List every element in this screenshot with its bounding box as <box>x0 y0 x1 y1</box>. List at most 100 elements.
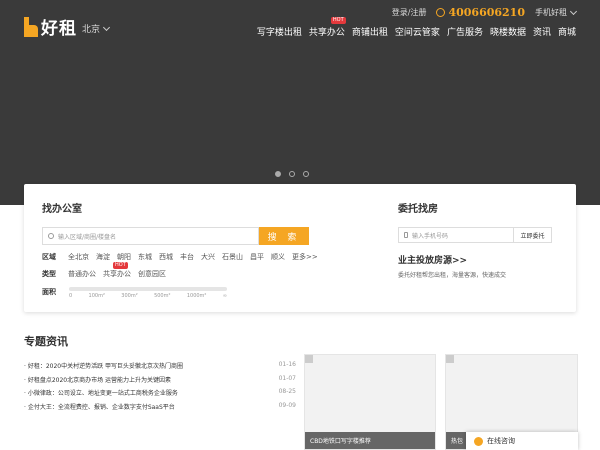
district-option[interactable]: 石景山 <box>222 252 243 262</box>
news-date: 08-25 <box>278 388 296 395</box>
news-text: · 好租：2020中关村逆势活跃 甲写巨头妥徽北京次热门商圈 <box>24 363 183 370</box>
nav-item-news[interactable]: 资讯 <box>533 25 551 38</box>
nav-label: 空间云管家 <box>394 28 440 38</box>
phone-input[interactable]: 输入手机号码 <box>398 227 514 243</box>
news-text: · 好租盘点2020北京商办市场 运营能力上升为关键因素 <box>24 376 171 384</box>
main-nav: 写字楼出租 共享办公 HOT 商铺出租 空间云管家 广告服务 晓楼数据 资讯 商城 <box>257 17 576 38</box>
carousel-dot[interactable] <box>303 171 309 177</box>
news-card[interactable]: CBD地铁口写字楼推荐 <box>304 354 436 450</box>
type-option[interactable]: 普通办公 <box>68 269 96 279</box>
district-option[interactable]: 海淀 <box>96 252 110 262</box>
nav-item-space-cloud[interactable]: 空间云管家 <box>395 25 440 38</box>
search-card: 找办公室 输入区域/商圈/楼盘名 搜 索 区域 全北京 海淀 朝阳 东城 西城 … <box>24 184 576 312</box>
image-placeholder-icon <box>305 355 313 363</box>
district-filter: 区域 全北京 海淀 朝阳 东城 西城 丰台 大兴 石景山 昌平 顺义 更多>> <box>42 252 342 262</box>
top-bar: 登录/注册 4006606210 手机好租 <box>392 6 578 19</box>
type-label: 类型 <box>42 270 56 278</box>
nav-label: 商铺出租 <box>351 28 388 38</box>
logo-text: 好租 <box>41 19 77 39</box>
logo[interactable]: 好租 <box>24 14 77 39</box>
district-option[interactable]: 西城 <box>159 252 173 262</box>
district-option[interactable]: 全北京 <box>68 252 89 262</box>
nav-label: 写字楼出租 <box>256 28 302 38</box>
chat-icon <box>474 436 483 446</box>
entrust-button[interactable]: 立即委托 <box>514 227 552 243</box>
area-tick: 0 <box>69 293 73 299</box>
nav-label: 资讯 <box>532 28 551 38</box>
owner-description: 委托好租帮您出租，海量客源，快速成交 <box>398 272 507 279</box>
chevron-down-icon <box>569 7 578 15</box>
nav-label: 广告服务 <box>446 28 483 38</box>
district-option[interactable]: 顺义 <box>271 252 285 262</box>
mobile-app-label: 手机好租 <box>535 8 567 17</box>
news-item[interactable]: · 企付大王：全流程费控、报销、企业数字支付SaaS平台 09-09 <box>24 402 296 416</box>
nav-label: 共享办公 <box>308 28 345 38</box>
news-item[interactable]: · 好租：2020中关村逆势活跃 甲写巨头妥徽北京次热门商圈 01-16 <box>24 361 296 375</box>
search-icon <box>48 233 54 239</box>
area-tick: 100m² <box>88 293 105 299</box>
phone-icon <box>436 8 446 17</box>
city-label: 北京 <box>82 25 101 35</box>
owner-listing-link[interactable]: 业主投放房源>> <box>398 253 558 266</box>
news-date: 01-16 <box>278 361 296 368</box>
district-option[interactable]: 东城 <box>138 252 152 262</box>
nav-item-office-rent[interactable]: 写字楼出租 <box>257 25 302 38</box>
area-tick: 1000m² <box>186 293 207 299</box>
area-tick: ∞ <box>222 293 227 299</box>
area-label: 面积 <box>42 288 56 296</box>
district-option[interactable]: 昌平 <box>250 252 264 262</box>
carousel-dot[interactable] <box>289 171 295 177</box>
city-selector[interactable]: 北京 <box>82 22 111 35</box>
area-tick: 300m² <box>121 293 138 299</box>
nav-item-ad-service[interactable]: 广告服务 <box>447 25 483 38</box>
district-more-link[interactable]: 更多>> <box>292 252 318 262</box>
image-placeholder-icon <box>446 355 454 363</box>
hot-badge: HOT <box>113 262 128 269</box>
nav-item-data[interactable]: 晓楼数据 <box>490 25 526 38</box>
area-filter: 面积 0 100m² 300m² 500m² 1000m² ∞ <box>42 287 342 299</box>
news-list: · 好租：2020中关村逆势活跃 甲写巨头妥徽北京次热门商圈 01-16 · 好租… <box>24 361 296 415</box>
nav-item-shop-rent[interactable]: 商铺出租 <box>352 25 388 38</box>
nav-item-shared-office[interactable]: 共享办公 HOT <box>308 17 346 38</box>
news-date: 09-09 <box>278 401 296 409</box>
online-consult-button[interactable]: 在线咨询 <box>466 432 578 450</box>
entrust-title: 委托找房 <box>398 204 438 215</box>
hotline-number: 4006606210 <box>448 6 525 19</box>
mobile-phone-icon <box>404 232 408 238</box>
news-card-caption: CBD地铁口写字楼推荐 <box>305 432 435 449</box>
type-option[interactable]: 共享办公 HOT <box>103 262 131 279</box>
area-tick: 500m² <box>154 293 171 299</box>
search-input[interactable]: 输入区域/商圈/楼盘名 <box>42 227 259 245</box>
nav-label: 晓楼数据 <box>489 28 526 38</box>
type-option[interactable]: 创意园区 <box>138 269 166 279</box>
mobile-app-link[interactable]: 手机好租 <box>535 7 578 18</box>
type-filter: 类型 普通办公 共享办公 HOT 创意园区 <box>42 262 342 279</box>
news-item[interactable]: · 好租盘点2020北京商办市场 运营能力上升为关键因素 01-07 <box>24 375 296 389</box>
district-label: 区域 <box>42 253 56 261</box>
hero-banner: 好租 北京 登录/注册 4006606210 手机好租 写字楼出租 共享办公 HO… <box>0 0 600 205</box>
logo-mark-icon <box>24 16 38 37</box>
district-option[interactable]: 朝阳 <box>117 252 131 262</box>
carousel-dot[interactable] <box>275 171 281 177</box>
hot-badge: HOT <box>330 17 346 24</box>
news-item[interactable]: · 小微律政：公司设立、地址变更一站式工商税务企业服务 08-25 <box>24 388 296 402</box>
nav-item-mall[interactable]: 商城 <box>558 25 576 38</box>
consult-label: 在线咨询 <box>487 437 515 445</box>
type-option-label: 共享办公 <box>103 270 131 278</box>
chevron-down-icon <box>102 23 111 31</box>
news-section-title: 专题资讯 <box>24 335 68 348</box>
search-button[interactable]: 搜 索 <box>259 227 309 245</box>
area-slider[interactable] <box>69 287 227 291</box>
news-text: · 企付大王：全流程费控、报销、企业数字支付SaaS平台 <box>24 403 175 411</box>
nav-label: 商城 <box>557 28 576 38</box>
district-option[interactable]: 大兴 <box>201 252 215 262</box>
carousel-dots <box>275 171 309 177</box>
find-office-section: 找办公室 输入区域/商圈/楼盘名 搜 索 区域 全北京 海淀 朝阳 东城 西城 … <box>42 200 342 299</box>
find-office-title: 找办公室 <box>42 204 82 215</box>
search-placeholder: 输入区域/商圈/楼盘名 <box>58 233 117 241</box>
district-option[interactable]: 丰台 <box>180 252 194 262</box>
hotline: 4006606210 <box>436 6 525 19</box>
login-link[interactable]: 登录/注册 <box>392 7 427 18</box>
news-text: · 小微律政：公司设立、地址变更一站式工商税务企业服务 <box>24 390 178 397</box>
phone-placeholder: 输入手机号码 <box>412 232 449 240</box>
